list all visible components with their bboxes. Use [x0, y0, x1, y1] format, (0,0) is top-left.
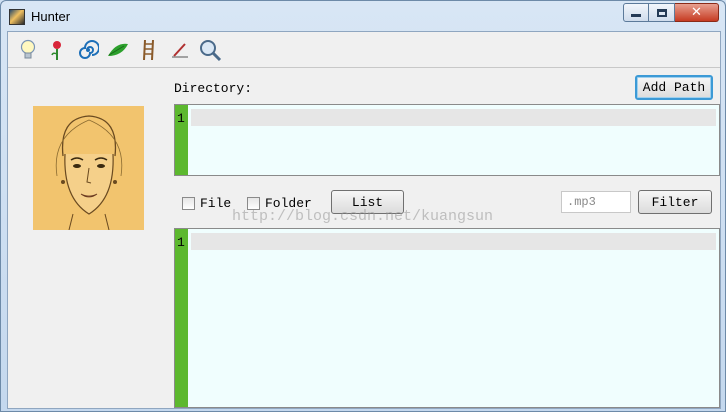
line-number: 1	[177, 111, 185, 126]
maximize-icon	[656, 8, 667, 17]
window-title: Hunter	[31, 9, 71, 24]
maximize-button[interactable]	[649, 3, 675, 22]
close-button[interactable]: ✕	[675, 3, 719, 22]
results-editor[interactable]: 1	[174, 228, 720, 408]
app-window: Hunter ✕ Directory: Add Path 1 File Fold…	[0, 0, 726, 412]
line-number: 1	[177, 235, 185, 250]
current-line-highlight	[191, 109, 716, 126]
directory-label: Directory:	[174, 81, 253, 96]
toolbar	[8, 32, 720, 68]
pen-icon[interactable]	[168, 38, 192, 62]
watermark-text: http://blog.csdn.net/kuangsun	[232, 208, 494, 225]
minimize-icon	[631, 14, 641, 17]
title-bar[interactable]: Hunter ✕	[1, 1, 725, 31]
client-area: Directory: Add Path 1 File Folder List h…	[7, 31, 721, 409]
magnifier-icon[interactable]	[198, 38, 222, 62]
minimize-button[interactable]	[623, 3, 649, 22]
line-number-gutter	[175, 229, 188, 407]
spiral-icon[interactable]	[76, 38, 100, 62]
ladder-icon[interactable]	[137, 38, 161, 62]
app-icon	[9, 9, 25, 25]
directory-editor[interactable]: 1	[174, 104, 720, 176]
filter-button[interactable]: Filter	[638, 190, 712, 214]
lightbulb-icon[interactable]	[16, 38, 40, 62]
leaf-icon[interactable]	[106, 38, 130, 62]
current-line-highlight	[191, 233, 716, 250]
file-checkbox-label: File	[200, 196, 232, 211]
close-icon: ✕	[691, 5, 702, 20]
avatar-sketch-image	[33, 106, 144, 230]
file-checkbox[interactable]: File	[182, 196, 231, 211]
flower-icon[interactable]	[45, 38, 69, 62]
add-path-button[interactable]: Add Path	[635, 75, 713, 100]
extension-input[interactable]	[561, 191, 631, 213]
window-controls: ✕	[623, 3, 719, 23]
file-checkbox-box[interactable]	[182, 197, 195, 210]
